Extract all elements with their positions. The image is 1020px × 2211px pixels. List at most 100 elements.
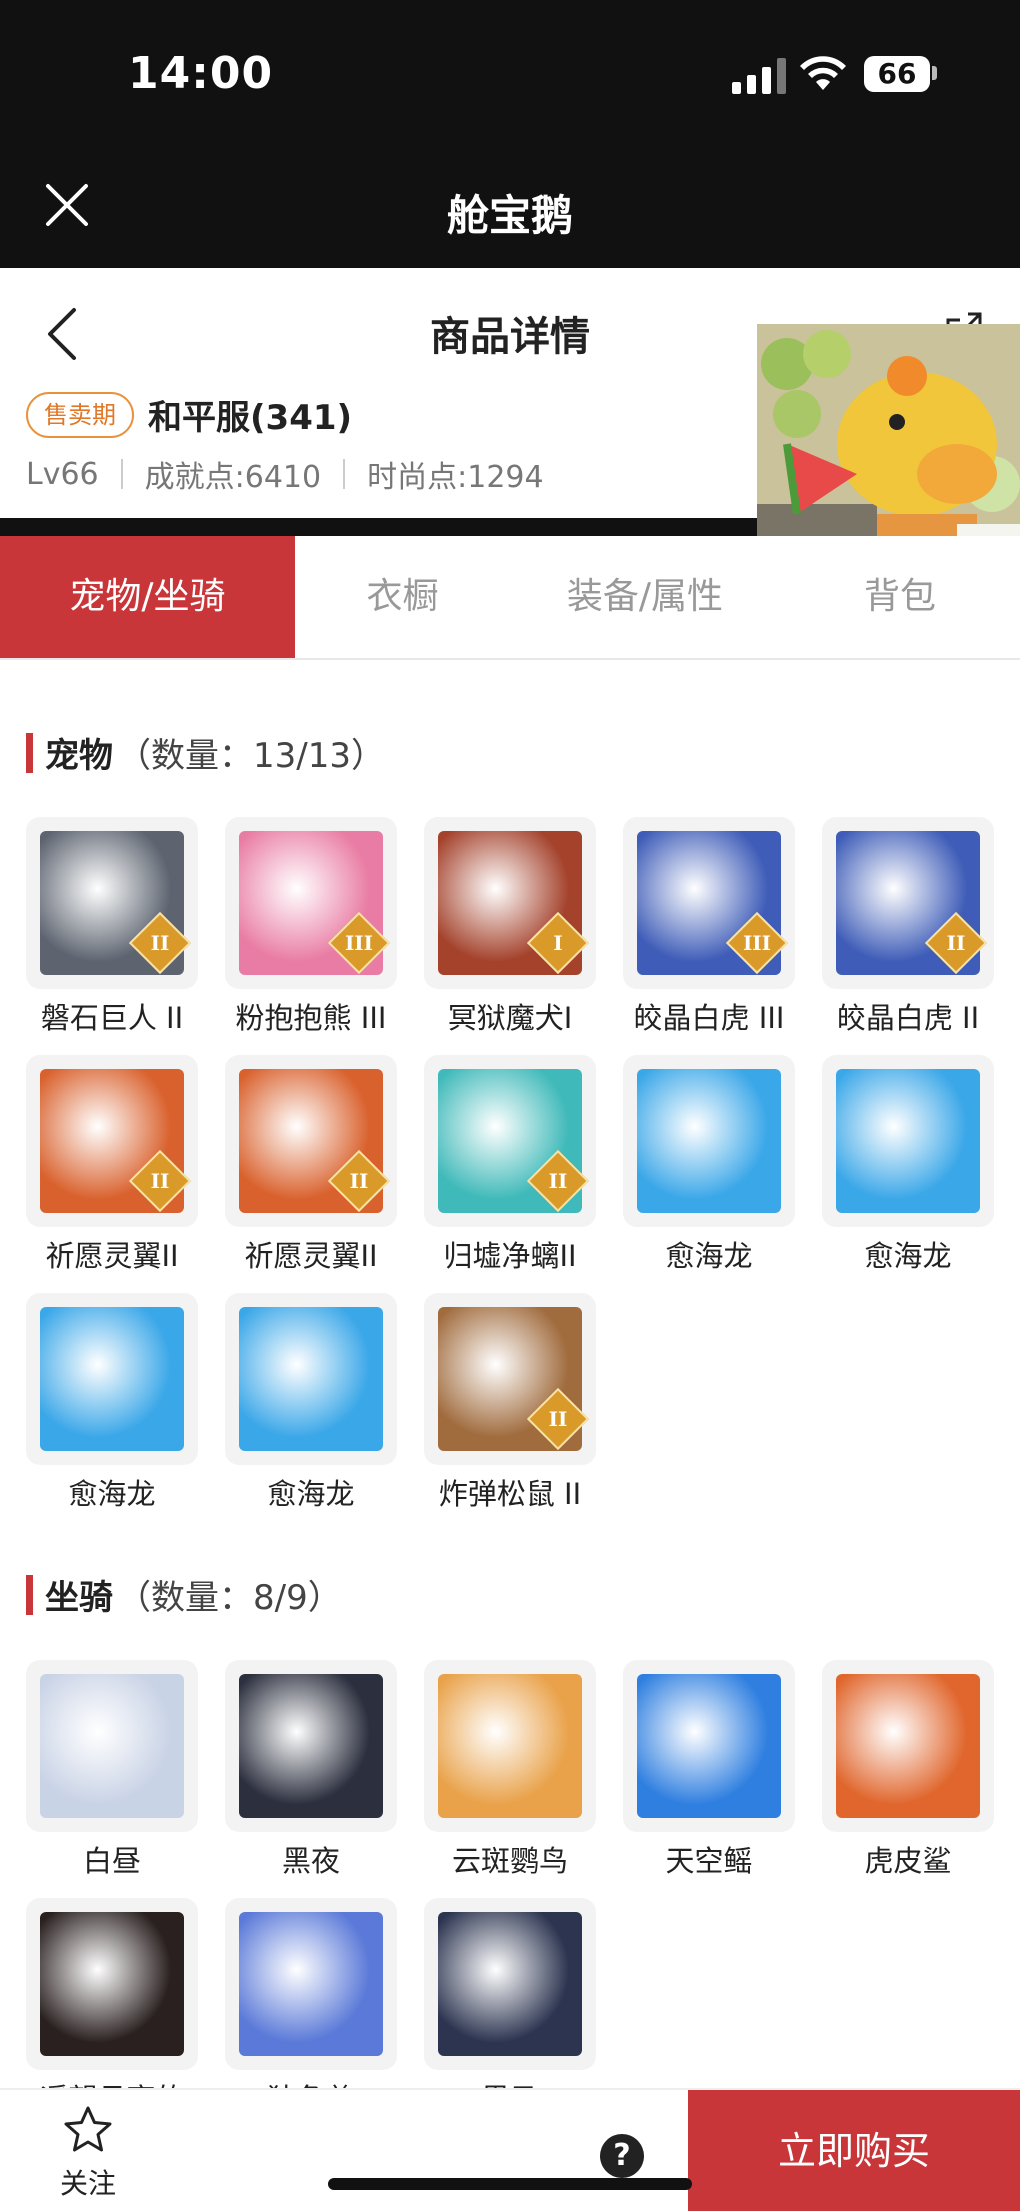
item-thumbnail — [26, 1293, 198, 1465]
item-thumbnail: I — [424, 817, 596, 989]
rank-label: II — [150, 1169, 170, 1193]
item-artwork — [836, 1069, 980, 1213]
item-thumbnail: II — [424, 1055, 596, 1227]
star-icon — [64, 2106, 112, 2152]
mounts-count: （数量：8/9） — [117, 1578, 342, 1618]
item-name: 粉抱抱熊 III — [235, 1001, 387, 1035]
rank-label: III — [742, 931, 772, 955]
rank-label: II — [548, 1407, 568, 1431]
tab-pets-mounts[interactable]: 宠物/坐骑 — [0, 536, 295, 658]
tab-equipment[interactable]: 装备/属性 — [510, 536, 780, 658]
item-thumbnail — [424, 1660, 596, 1832]
grid-item[interactable]: 黑夜 — [225, 1660, 397, 1880]
grid-item[interactable]: 愈海龙 — [623, 1055, 795, 1275]
grid-item[interactable]: II 祈愿灵翼II — [26, 1055, 198, 1275]
item-thumbnail: II — [424, 1293, 596, 1465]
tab-wardrobe[interactable]: 衣橱 — [295, 536, 510, 658]
mounts-section-title: 坐骑 （数量：8/9） — [26, 1570, 342, 1619]
grid-item[interactable]: II 磐石巨人 II — [26, 817, 198, 1037]
mounts-title: 坐骑 — [45, 1578, 113, 1618]
item-thumbnail: II — [225, 1055, 397, 1227]
wifi-icon — [800, 56, 846, 90]
item-name: 黑夜 — [281, 1844, 340, 1878]
item-artwork — [438, 1912, 582, 2056]
rank-label: II — [150, 931, 170, 955]
item-thumbnail — [225, 1898, 397, 2070]
grid-item[interactable]: 愈海龙 — [26, 1293, 198, 1513]
grid-item[interactable]: 虎皮鲨 — [822, 1660, 994, 1880]
divider — [343, 459, 346, 489]
item-artwork — [40, 1307, 184, 1451]
battery-tip — [932, 66, 937, 80]
item-name: 祈愿灵翼II — [244, 1239, 378, 1273]
tab-backpack[interactable]: 背包 — [780, 536, 1020, 658]
miniprogram-title: 舱宝鹅 — [446, 191, 573, 240]
signal-icon — [732, 58, 786, 94]
item-name: 归墟净螭II — [443, 1239, 577, 1273]
item-thumbnail — [225, 1660, 397, 1832]
status-time: 14:00 — [128, 48, 274, 99]
pets-title: 宠物 — [45, 736, 113, 776]
grid-item[interactable]: I 冥狱魔犬I — [424, 817, 596, 1037]
grid-item[interactable]: III 皎晶白虎 III — [623, 817, 795, 1037]
grid-item[interactable]: II 炸弹松鼠 II — [424, 1293, 596, 1513]
item-artwork — [438, 1674, 582, 1818]
item-thumbnail — [26, 1660, 198, 1832]
grid-item[interactable]: 愈海龙 — [822, 1055, 994, 1275]
grid-item[interactable]: 愈海龙 — [225, 1293, 397, 1513]
item-name: 愈海龙 — [665, 1239, 753, 1273]
grid-item[interactable]: 遥望月亮的 — [26, 1898, 198, 2118]
achievement-text: 成就点:6410 — [144, 460, 322, 495]
item-name: 虎皮鲨 — [864, 1844, 952, 1878]
item-name: 皎晶白虎 II — [836, 1001, 980, 1035]
sale-status-badge: 售卖期 — [26, 392, 134, 438]
status-bar: 14:00 66 — [0, 0, 1020, 150]
item-artwork — [239, 1674, 383, 1818]
item-name: 磐石巨人 II — [40, 1001, 184, 1035]
item-artwork — [836, 1674, 980, 1818]
item-name: 云斑鹦鸟 — [451, 1844, 568, 1878]
item-thumbnail — [822, 1055, 994, 1227]
pets-section-title: 宠物 （数量：13/13） — [26, 728, 385, 777]
rank-label: III — [344, 931, 374, 955]
item-thumbnail: II — [822, 817, 994, 989]
item-name: 愈海龙 — [864, 1239, 952, 1273]
divider — [120, 459, 123, 489]
server-name: 和平服(341) — [148, 398, 353, 438]
item-name: 天空鳐 — [665, 1844, 753, 1878]
item-artwork — [239, 1912, 383, 2056]
home-indicator — [328, 2178, 692, 2190]
grid-item[interactable]: II 祈愿灵翼II — [225, 1055, 397, 1275]
item-name: 愈海龙 — [267, 1477, 355, 1511]
pets-count: （数量：13/13） — [117, 736, 385, 776]
item-name: 愈海龙 — [68, 1477, 156, 1511]
bottom-action-bar: 关注 ? 立即购买 — [0, 2088, 1020, 2211]
rank-label: II — [548, 1169, 568, 1193]
grid-item[interactable]: 白昼 — [26, 1660, 198, 1880]
grid-item[interactable]: II 皎晶白虎 II — [822, 817, 994, 1037]
follow-button[interactable]: 关注 — [56, 2104, 120, 2202]
grid-item[interactable]: 云斑鹦鸟 — [424, 1660, 596, 1880]
item-thumbnail — [26, 1898, 198, 2070]
item-thumbnail — [424, 1898, 596, 2070]
item-artwork — [239, 1307, 383, 1451]
grid-item[interactable]: III 粉抱抱熊 III — [225, 817, 397, 1037]
buy-now-button[interactable]: 立即购买 — [688, 2090, 1020, 2211]
item-thumbnail: III — [623, 817, 795, 989]
item-artwork — [637, 1069, 781, 1213]
section-accent-bar — [26, 732, 33, 773]
battery-icon: 66 — [864, 56, 930, 92]
miniprogram-header: 舱宝鹅 — [0, 150, 1020, 268]
item-thumbnail — [822, 1660, 994, 1832]
grid-item[interactable]: 独角兽 — [225, 1898, 397, 2118]
grid-item[interactable]: 黑马 — [424, 1898, 596, 2118]
help-icon[interactable]: ? — [600, 2134, 644, 2178]
rank-label: II — [349, 1169, 369, 1193]
fashion-text: 时尚点:1294 — [367, 460, 544, 495]
item-thumbnail — [225, 1293, 397, 1465]
account-stats: Lv66 成就点:6410 时尚点:1294 — [26, 452, 544, 496]
grid-item[interactable]: II 归墟净螭II — [424, 1055, 596, 1275]
follow-label: 关注 — [59, 2167, 116, 2200]
section-accent-bar — [26, 1574, 33, 1615]
grid-item[interactable]: 天空鳐 — [623, 1660, 795, 1880]
